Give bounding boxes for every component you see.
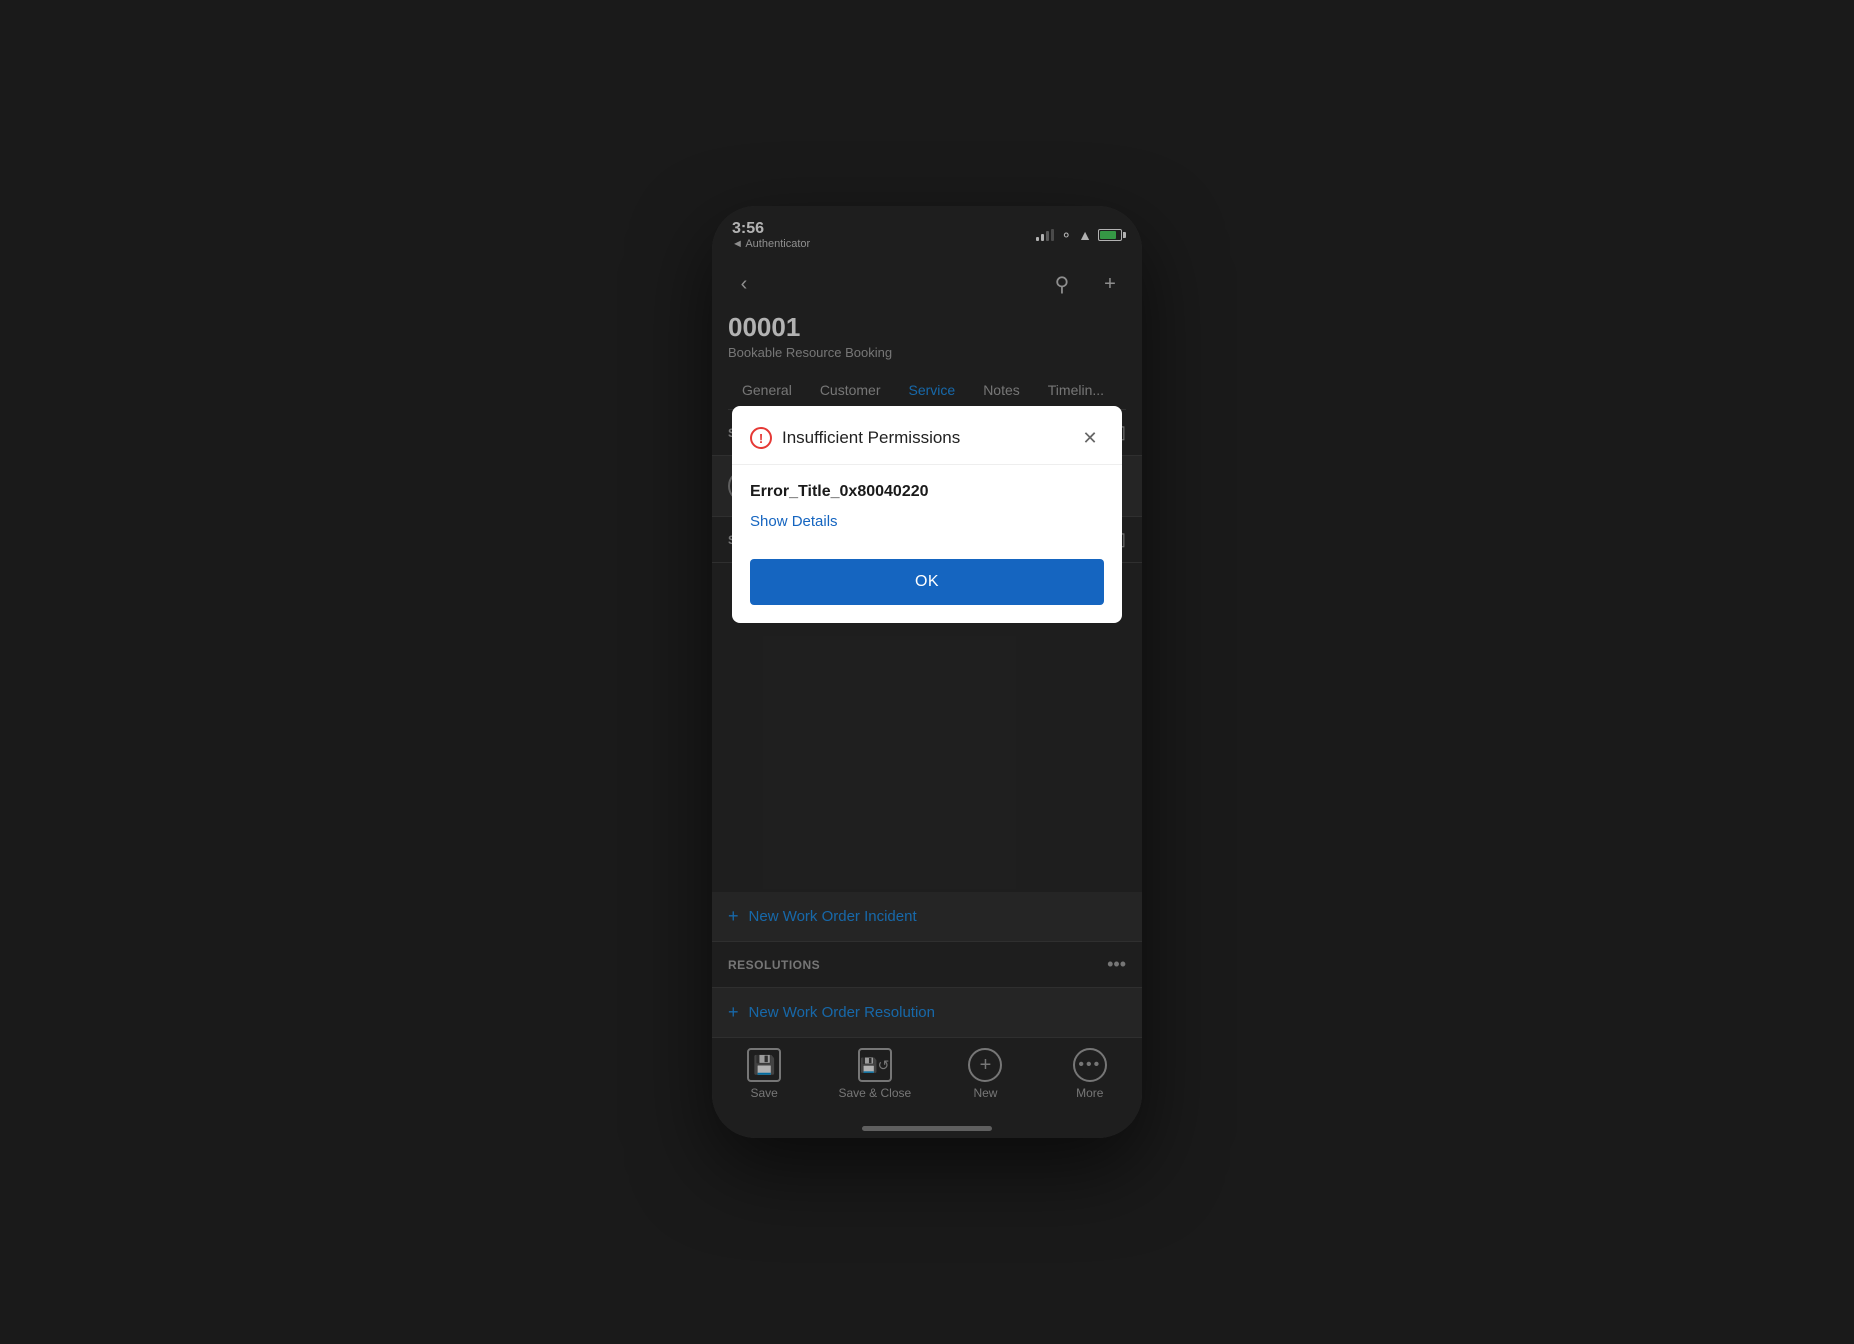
show-details-link[interactable]: Show Details	[750, 513, 838, 530]
error-code: Error_Title_0x80040220	[750, 483, 1104, 501]
modal-footer: OK	[732, 551, 1122, 623]
modal-header: ! Insufficient Permissions ✕	[732, 406, 1122, 465]
modal-title: Insufficient Permissions	[782, 428, 1066, 448]
modal-overlay: ! Insufficient Permissions ✕ Error_Title…	[712, 206, 1142, 1138]
error-icon: !	[750, 427, 772, 449]
modal-close-button[interactable]: ✕	[1076, 424, 1104, 452]
insufficient-permissions-modal: ! Insufficient Permissions ✕ Error_Title…	[732, 406, 1122, 623]
phone-container: 3:56 ◄ Authenticator ⚬ ▲ ‹ ⚲ + 000	[712, 206, 1142, 1138]
ok-button[interactable]: OK	[750, 559, 1104, 605]
modal-body: Error_Title_0x80040220 Show Details	[732, 465, 1122, 551]
